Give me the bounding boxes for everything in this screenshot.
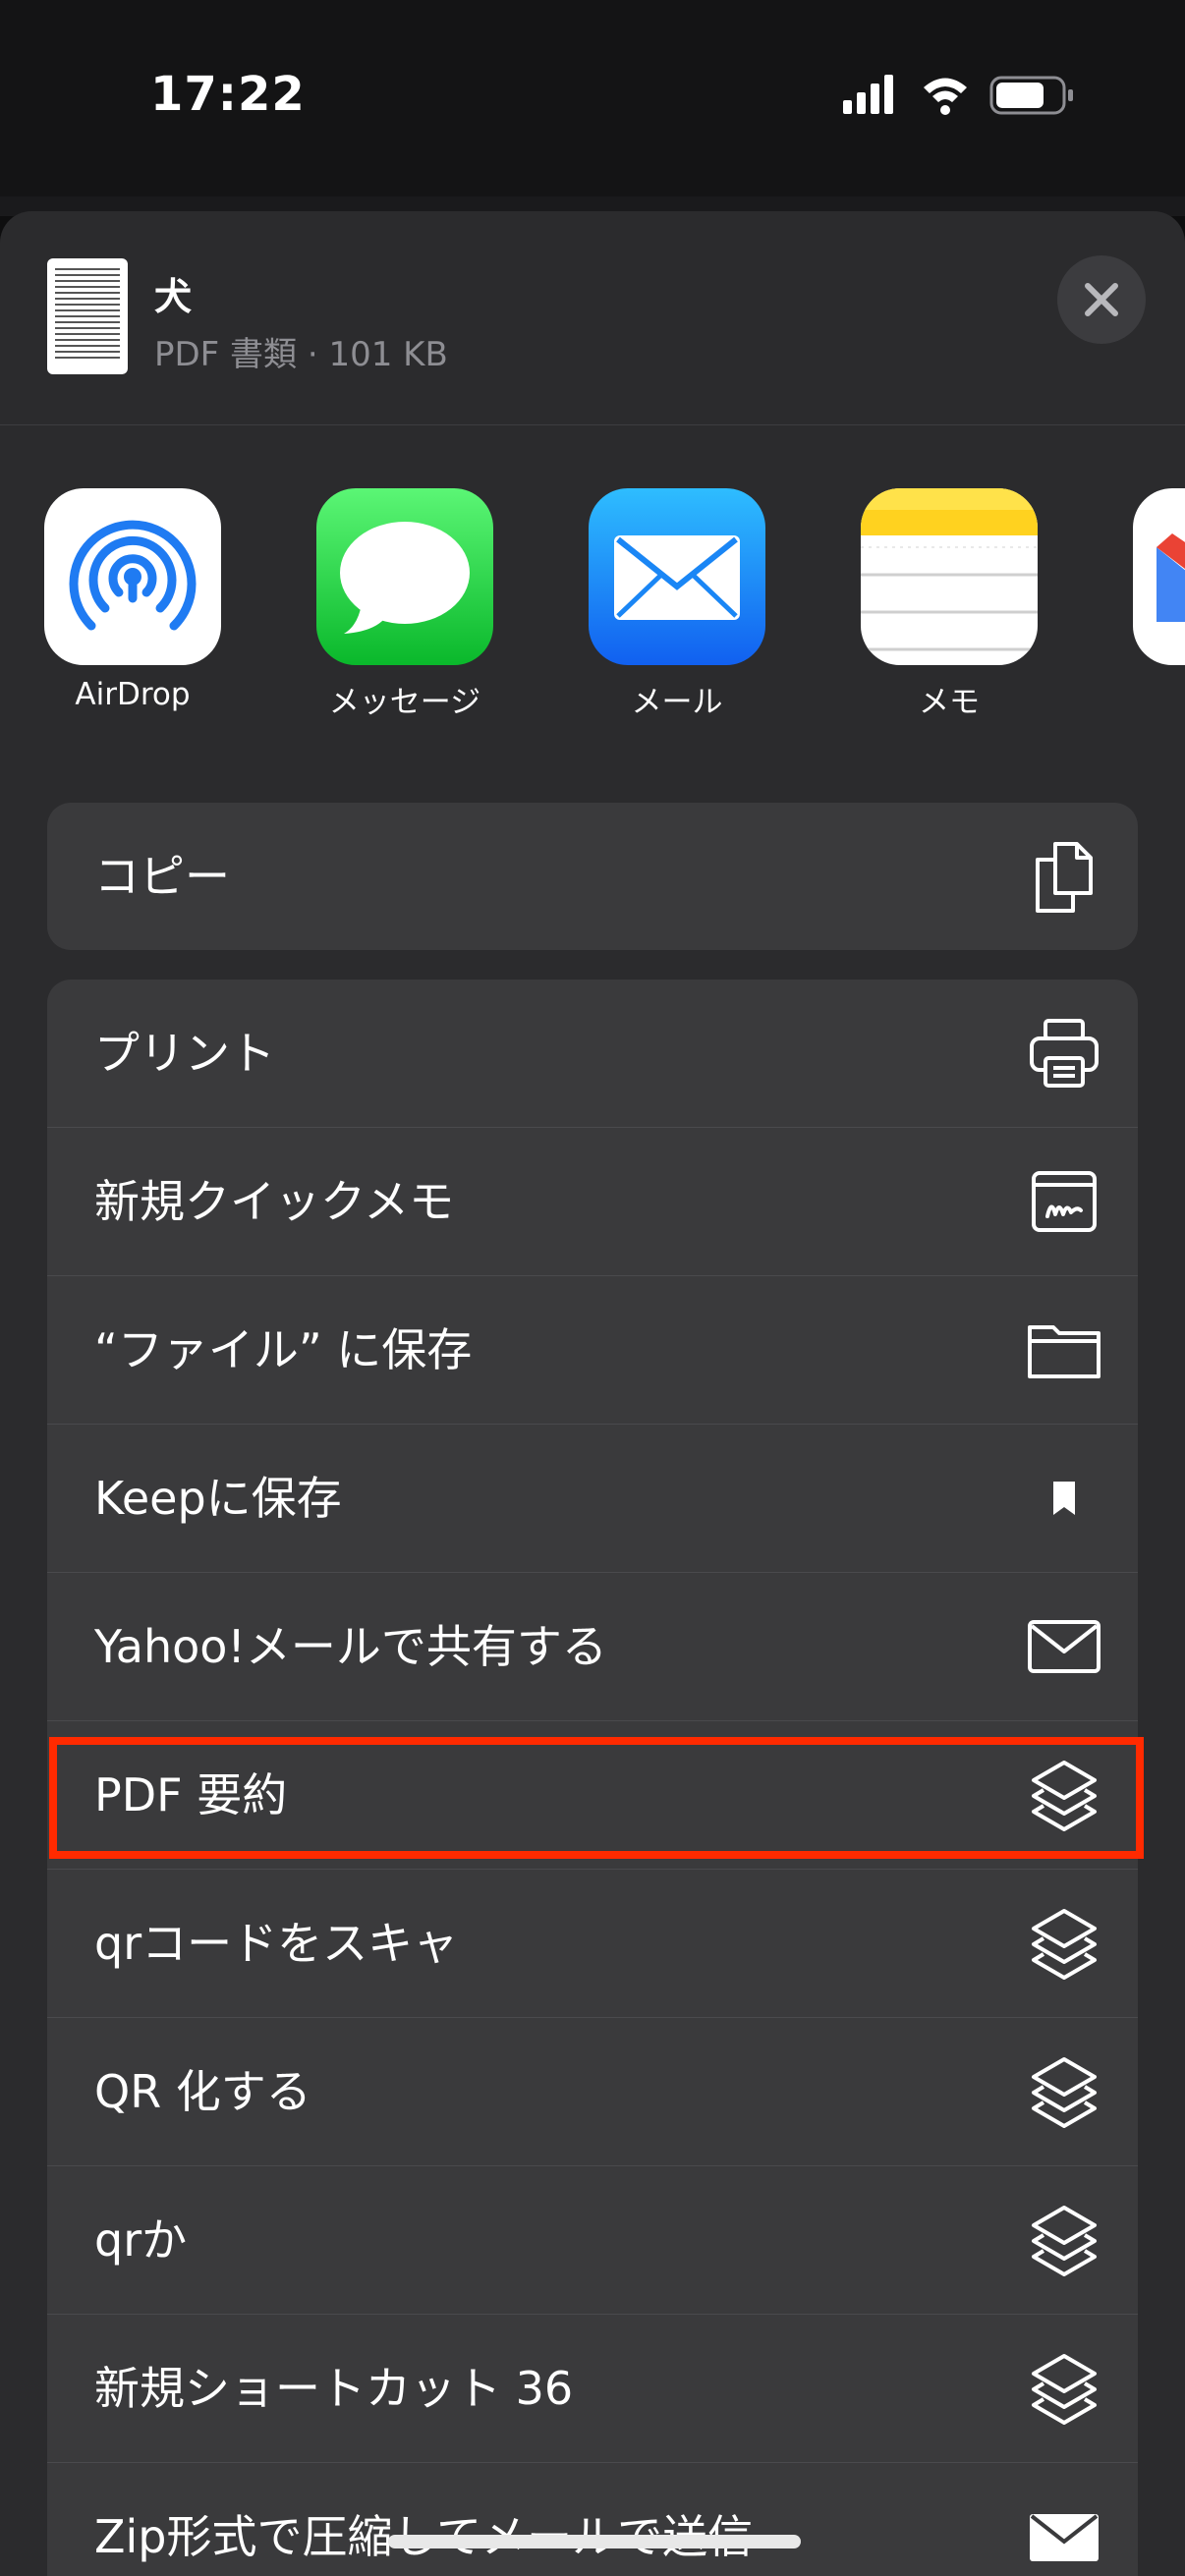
- action-save-to-keep[interactable]: Keepに保存: [47, 1425, 1138, 1573]
- action-qrka[interactable]: qrか: [47, 2166, 1138, 2315]
- action-list: プリント 新規クイックメモ “ファイル” に保存 Keepに保存 Yahoo!メ…: [47, 980, 1138, 2576]
- share-app-messages[interactable]: メッセージ: [307, 488, 503, 721]
- action-quick-note[interactable]: 新規クイックメモ: [47, 1128, 1138, 1276]
- action-label: コピー: [94, 850, 230, 903]
- mail-icon: [589, 488, 765, 665]
- action-zip-mail[interactable]: Zip形式で圧縮してメールで送信: [47, 2463, 1138, 2576]
- copy-action-group: コピー: [47, 803, 1138, 950]
- share-app-label: メール: [631, 685, 723, 720]
- shortcuts-icon: [1026, 2202, 1102, 2278]
- action-yahoo-mail-share[interactable]: Yahoo!メールで共有する: [47, 1573, 1138, 1721]
- share-app-label: AirDrop: [75, 677, 191, 712]
- shortcuts-icon: [1026, 1757, 1102, 1833]
- gmail-icon: [1133, 488, 1185, 665]
- share-app-label: メッセージ: [328, 685, 481, 720]
- share-app-label: メモ: [919, 685, 980, 720]
- action-new-shortcut-36[interactable]: 新規ショートカット 36: [47, 2315, 1138, 2463]
- action-qr-scan[interactable]: qrコードをスキャ: [47, 1870, 1138, 2018]
- share-app-notes[interactable]: メモ: [851, 488, 1047, 721]
- battery-icon: [989, 76, 1073, 115]
- action-label: Yahoo!メールで共有する: [94, 1620, 607, 1673]
- action-make-qr[interactable]: QR 化する: [47, 2018, 1138, 2166]
- document-thumbnail: [47, 258, 128, 374]
- envelope-filled-icon: [1026, 2498, 1102, 2575]
- airdrop-icon: [44, 488, 221, 665]
- share-app-gmail[interactable]: [1123, 488, 1185, 677]
- action-label: プリント: [94, 1027, 275, 1080]
- notes-icon: [861, 488, 1038, 665]
- document-subtitle: PDF 書類 · 101 KB: [154, 335, 448, 374]
- share-app-mail[interactable]: メール: [579, 488, 775, 721]
- close-button[interactable]: [1057, 255, 1146, 344]
- status-bar: 17:22: [0, 0, 1185, 196]
- action-label: Zip形式で圧縮してメールで送信: [94, 2463, 753, 2576]
- action-label: “ファイル” に保存: [94, 1323, 473, 1376]
- bookmark-icon: [1026, 1460, 1102, 1537]
- action-copy[interactable]: コピー: [47, 803, 1138, 950]
- action-label: 新規ショートカット 36: [94, 2362, 574, 2415]
- share-sheet: 犬 PDF 書類 · 101 KB AirDrop メッセージ メール メモ コ…: [0, 211, 1185, 2576]
- share-sheet-header: 犬 PDF 書類 · 101 KB: [0, 211, 1185, 425]
- home-indicator: [388, 2535, 801, 2548]
- action-save-to-files[interactable]: “ファイル” に保存: [47, 1276, 1138, 1425]
- action-label: qrか: [94, 2213, 188, 2267]
- action-label: 新規クイックメモ: [94, 1175, 455, 1228]
- printer-icon: [1026, 1015, 1102, 1092]
- messages-icon: [316, 488, 493, 665]
- shortcuts-icon: [1026, 1905, 1102, 1982]
- share-app-row: AirDrop メッセージ メール メモ: [0, 488, 1185, 734]
- copy-icon: [1026, 838, 1102, 915]
- share-app-airdrop[interactable]: AirDrop: [34, 488, 231, 712]
- close-icon: [1085, 283, 1118, 316]
- action-pdf-summary[interactable]: PDF 要約: [47, 1721, 1138, 1870]
- action-label: qrコードをスキャ: [94, 1917, 459, 1970]
- action-label: PDF 要約: [94, 1768, 288, 1821]
- action-label: Keepに保存: [94, 1472, 342, 1525]
- shortcuts-icon: [1026, 2350, 1102, 2427]
- status-icons: [843, 75, 1073, 115]
- wifi-icon: [924, 78, 967, 115]
- action-print[interactable]: プリント: [47, 980, 1138, 1128]
- action-label: QR 化する: [94, 2065, 311, 2118]
- envelope-icon: [1026, 1608, 1102, 1685]
- cellular-signal-icon: [843, 75, 893, 114]
- document-title: 犬: [154, 275, 193, 318]
- folder-icon: [1026, 1312, 1102, 1388]
- quick-note-icon: [1026, 1163, 1102, 1240]
- shortcuts-icon: [1026, 2053, 1102, 2130]
- status-time: 17:22: [150, 67, 306, 122]
